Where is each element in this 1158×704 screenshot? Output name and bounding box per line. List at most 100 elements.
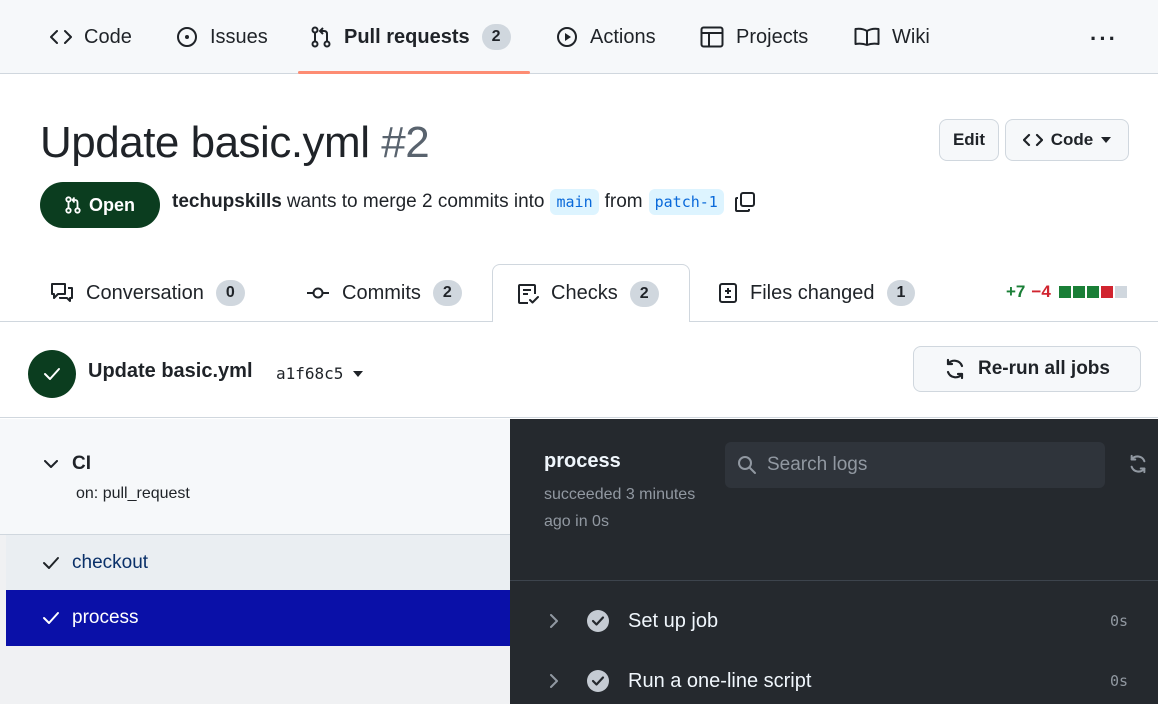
log-step-row[interactable]: Set up job 0s <box>510 593 1158 649</box>
pr-state-label: Open <box>88 194 135 215</box>
code-icon <box>1022 132 1043 148</box>
comment-discussion-icon <box>50 282 74 304</box>
play-icon <box>556 26 578 48</box>
book-icon <box>854 27 880 47</box>
nav-pull-requests-label: Pull requests <box>344 25 470 48</box>
job-log-header: process succeeded 3 minutes ago in 0s <box>510 419 1158 581</box>
workflow-header[interactable]: CI on: pull_request <box>0 419 510 535</box>
active-tab-underline <box>298 71 530 74</box>
commit-sha-dropdown[interactable]: a1f68c5 <box>276 364 364 383</box>
tab-files-changed-count: 1 <box>886 280 916 306</box>
step-success-icon <box>586 609 610 633</box>
check-icon <box>42 556 60 570</box>
checklist-icon <box>517 283 539 305</box>
page-title: Update basic.yml #2 <box>40 118 430 168</box>
sidebar-job-process-label: process <box>72 607 139 628</box>
job-title: process <box>544 450 621 472</box>
tab-checks[interactable]: Checks 2 <box>492 264 690 323</box>
check-run-title: Update basic.yml <box>88 360 253 382</box>
diff-deletions: −4 <box>1031 282 1051 301</box>
chevron-right-icon <box>550 674 559 688</box>
pr-meta: techupskills wants to merge 2 commits in… <box>172 189 756 215</box>
pr-author-link[interactable]: techupskills <box>172 191 282 213</box>
code-button-label: Code <box>1050 130 1094 149</box>
diff-additions: +7 <box>1006 282 1026 301</box>
job-log-panel: process succeeded 3 minutes ago in 0s Se… <box>510 419 1158 704</box>
table-icon <box>700 26 724 48</box>
tab-checks-count: 2 <box>629 280 659 307</box>
nav-issues[interactable]: Issues <box>176 0 268 74</box>
file-diff-icon <box>718 282 738 304</box>
sidebar-job-process[interactable]: process <box>6 590 510 646</box>
pr-title-text: Update basic.yml <box>40 118 370 167</box>
diffstat-box <box>1114 286 1127 298</box>
head-branch[interactable]: patch-1 <box>648 189 724 215</box>
workflow-name-label: CI <box>72 453 91 474</box>
sidebar-job-checkout-label: checkout <box>72 552 149 573</box>
step-label: Run a one-line script <box>628 669 812 692</box>
job-status: succeeded 3 minutes ago in 0s <box>544 486 696 530</box>
step-duration: 0s <box>1109 612 1128 630</box>
copy-icon[interactable] <box>734 191 756 213</box>
tab-commits[interactable]: Commits 2 <box>306 264 462 322</box>
step-success-icon <box>586 669 610 693</box>
nav-code[interactable]: Code <box>50 0 132 74</box>
workflow-sidebar: CI on: pull_request checkout process <box>0 419 510 704</box>
caret-down-icon <box>353 370 364 377</box>
nav-issues-label: Issues <box>210 25 268 48</box>
pull-request-icon <box>310 26 332 48</box>
nav-projects-label: Projects <box>736 25 809 48</box>
pr-merge-text: wants to merge 2 commits into <box>286 191 545 212</box>
search-logs-box[interactable] <box>725 442 1105 488</box>
rerun-all-jobs-label: Re-run all jobs <box>978 358 1110 379</box>
nav-pull-requests[interactable]: Pull requests 2 <box>310 0 511 74</box>
success-check-icon <box>28 350 76 398</box>
commit-sha: a1f68c5 <box>276 364 344 383</box>
nav-wiki-label: Wiki <box>892 25 930 48</box>
code-dropdown-button[interactable]: Code <box>1005 119 1129 161</box>
step-duration: 0s <box>1109 672 1128 690</box>
nav-projects[interactable]: Projects <box>700 0 808 74</box>
workflow-trigger: on: pull_request <box>76 485 190 502</box>
check-icon <box>42 611 60 625</box>
code-icon <box>50 28 72 46</box>
tab-commits-count: 2 <box>432 280 462 306</box>
chevron-right-icon <box>550 614 559 628</box>
tab-conversation-label: Conversation <box>86 281 204 304</box>
nav-actions-label: Actions <box>590 25 656 48</box>
pull-request-icon <box>65 196 81 214</box>
tab-files-changed[interactable]: Files changed 1 <box>718 264 916 322</box>
pr-tabs: Conversation 0 Commits 2 Checks 2 Files … <box>0 264 1158 323</box>
diffstat-box <box>1086 286 1099 298</box>
search-icon <box>737 455 757 475</box>
diffstat-box <box>1100 286 1113 298</box>
edit-button[interactable]: Edit <box>939 119 999 161</box>
refresh-icon[interactable] <box>1128 453 1148 475</box>
pull-requests-count: 2 <box>481 24 511 50</box>
sidebar-job-checkout[interactable]: checkout <box>6 535 510 591</box>
more-options-button[interactable]: ··· <box>1090 26 1118 52</box>
log-step-row[interactable]: Run a one-line script 0s <box>510 653 1158 704</box>
rerun-all-jobs-button[interactable]: Re-run all jobs <box>913 346 1141 392</box>
tab-checks-label: Checks <box>551 282 618 304</box>
workflow-name: CI <box>44 453 91 475</box>
diffstat: +7 −4 <box>1006 282 1127 302</box>
base-branch[interactable]: main <box>550 189 599 215</box>
tab-conversation[interactable]: Conversation 0 <box>50 264 245 322</box>
diffstat-box <box>1072 286 1085 298</box>
search-logs-input[interactable] <box>767 454 1087 476</box>
commit-icon <box>306 286 330 300</box>
chevron-down-icon <box>44 459 58 469</box>
pr-from-text: from <box>604 191 643 212</box>
nav-code-label: Code <box>84 25 132 48</box>
nav-wiki[interactable]: Wiki <box>854 0 930 74</box>
pr-number: #2 <box>381 118 430 167</box>
tab-files-changed-label: Files changed <box>750 281 875 304</box>
tab-conversation-count: 0 <box>215 280 245 306</box>
repo-nav: Code Issues Pull requests 2 Actions Proj… <box>0 0 1158 74</box>
sync-icon <box>944 358 966 380</box>
pr-state-badge: Open <box>40 182 160 228</box>
tab-commits-label: Commits <box>342 281 421 304</box>
nav-actions[interactable]: Actions <box>556 0 656 74</box>
diffstat-box <box>1058 286 1071 298</box>
